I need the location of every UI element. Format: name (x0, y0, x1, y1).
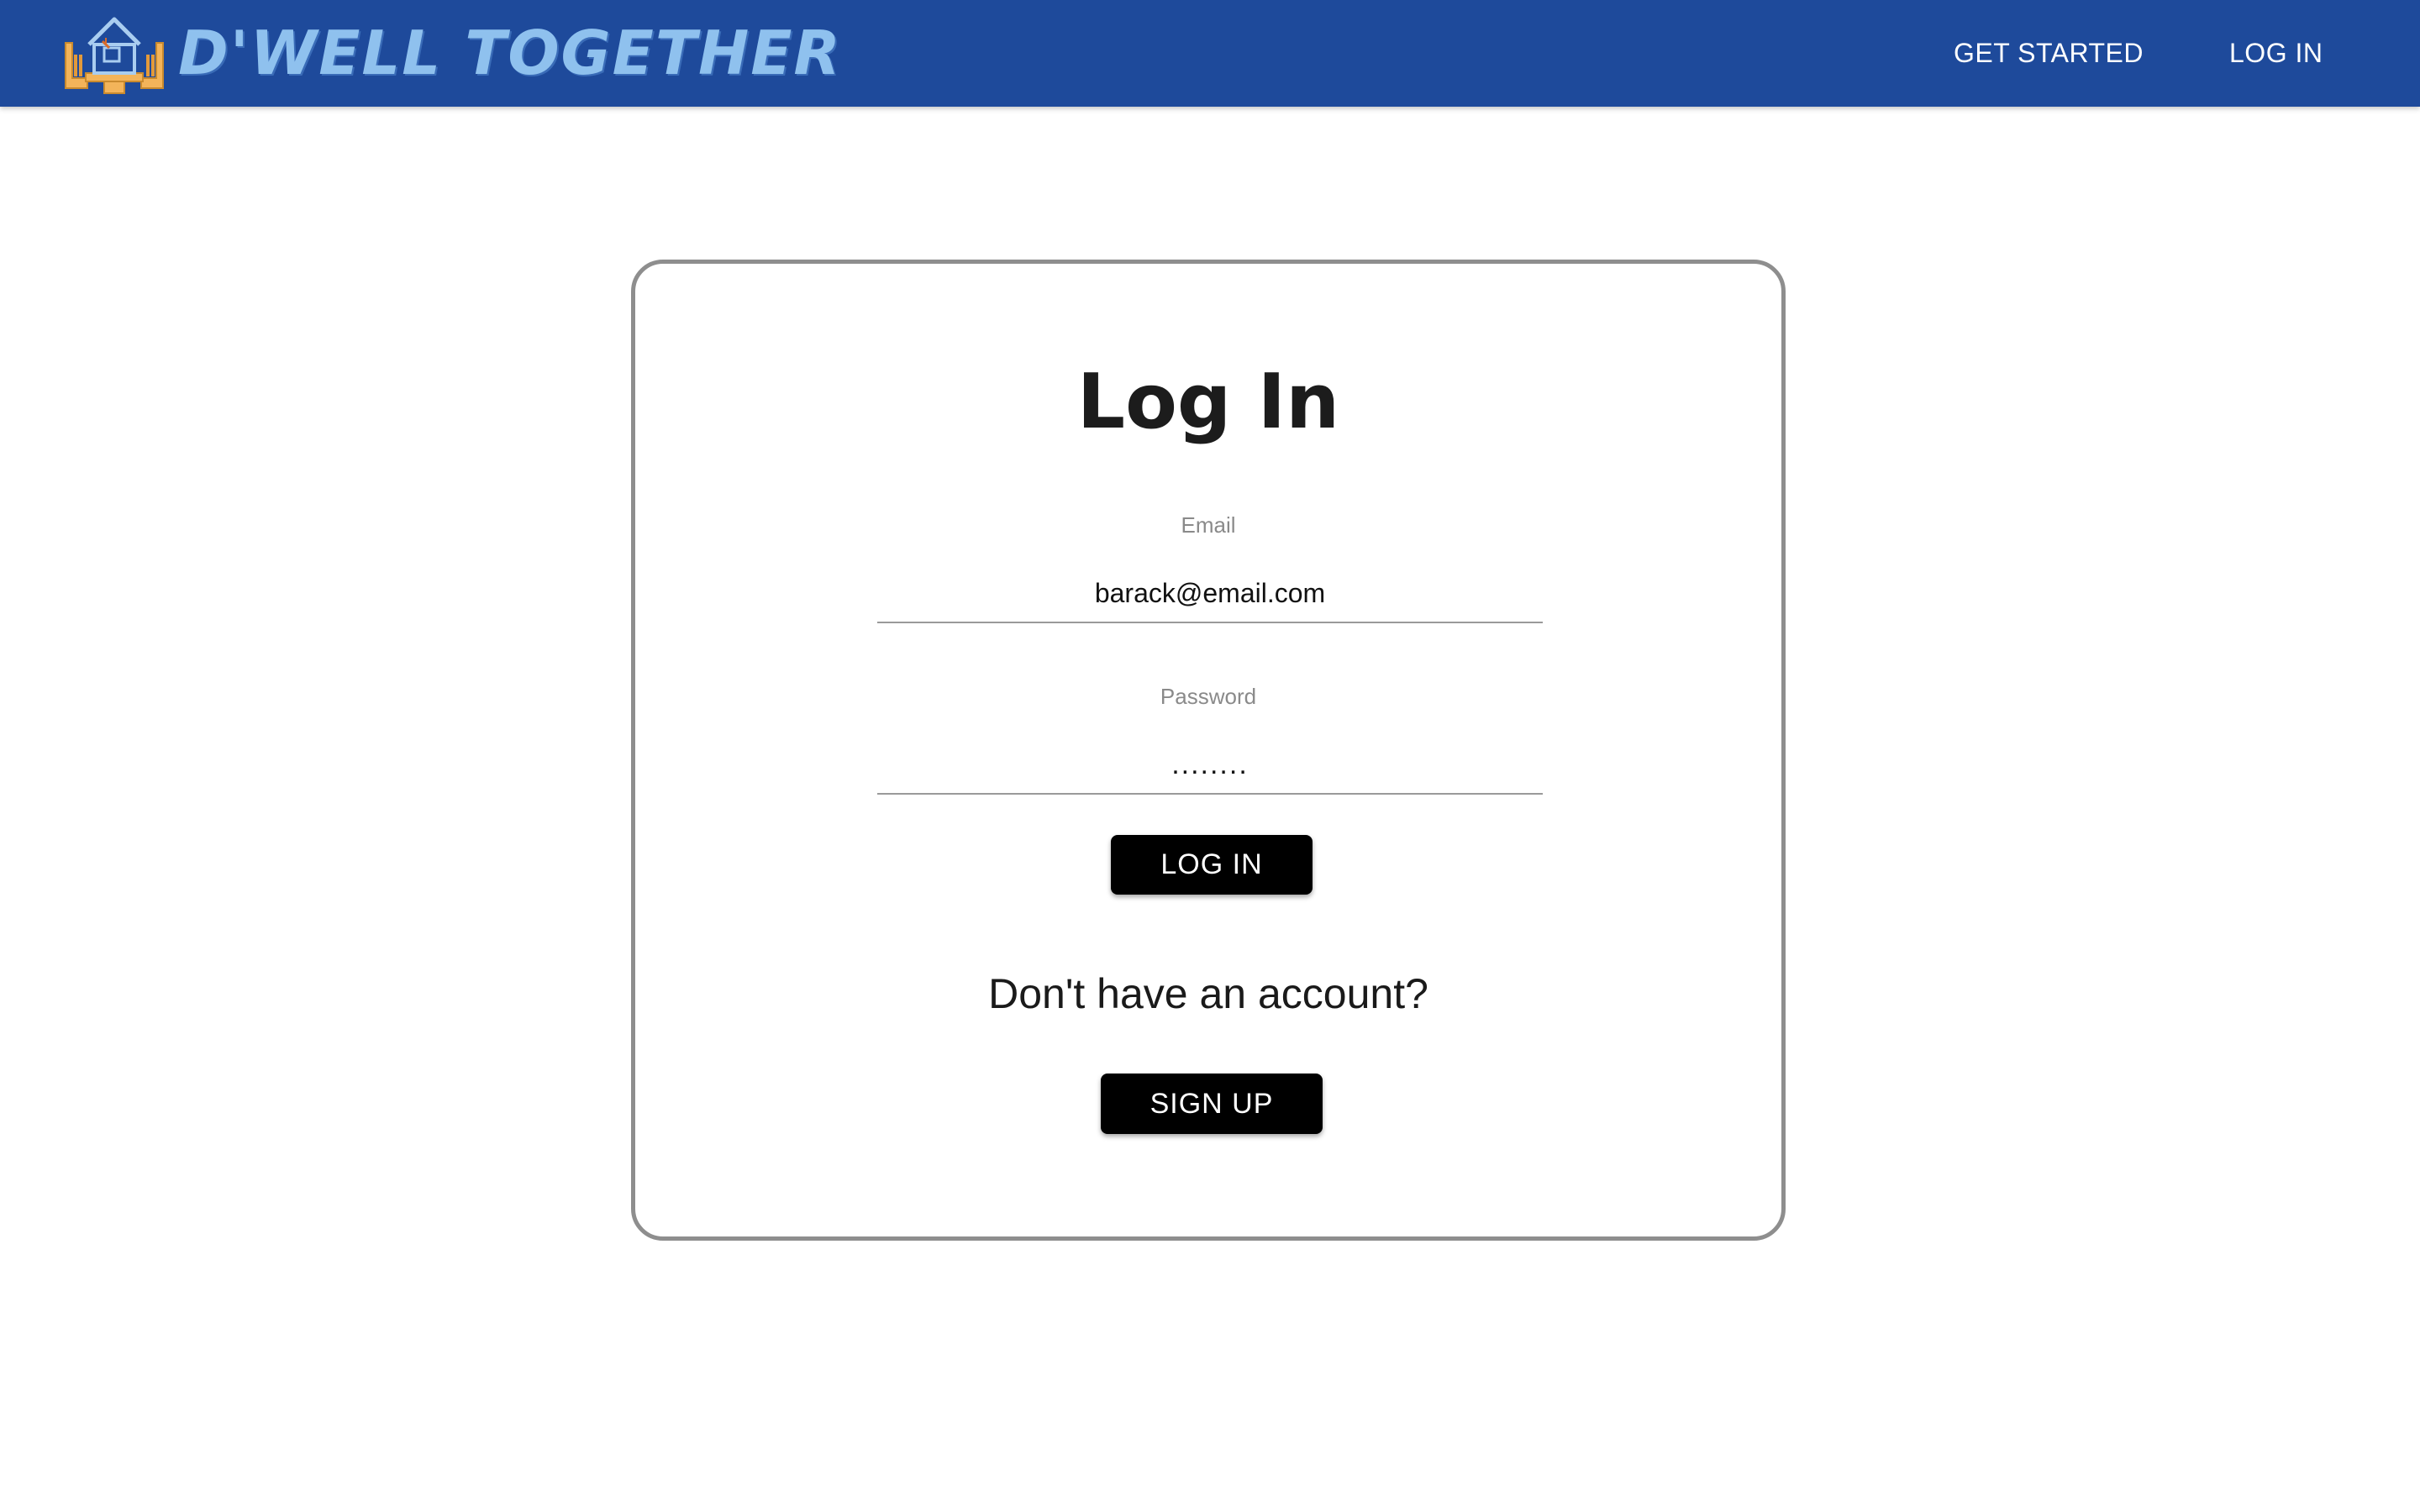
signup-button[interactable]: SIGN UP (1101, 1074, 1323, 1134)
page-title: Log In (1076, 358, 1340, 446)
email-label: Email (1181, 512, 1236, 538)
nav-login-container: LOG IN (2229, 0, 2323, 107)
top-navigation-bar: D'WELL TOGETHER GET STARTED LOG IN (0, 0, 2420, 107)
password-field[interactable] (877, 736, 1543, 795)
login-button[interactable]: LOG IN (1111, 835, 1313, 895)
nav-get-started-link[interactable]: GET STARTED (1954, 38, 2144, 69)
email-field[interactable] (877, 564, 1543, 623)
brand-logo-link[interactable]: D'WELL TOGETHER (62, 8, 842, 97)
house-in-hands-icon (65, 17, 164, 94)
login-card: Log In Email Password LOG IN Don't have … (631, 260, 1786, 1241)
nav-get-started-container: GET STARTED (1954, 0, 2144, 107)
brand-name: D'WELL TOGETHER (178, 18, 842, 88)
signup-prompt: Don't have an account? (988, 970, 1428, 1017)
password-label: Password (1160, 684, 1257, 709)
nav-login-link[interactable]: LOG IN (2229, 38, 2323, 69)
